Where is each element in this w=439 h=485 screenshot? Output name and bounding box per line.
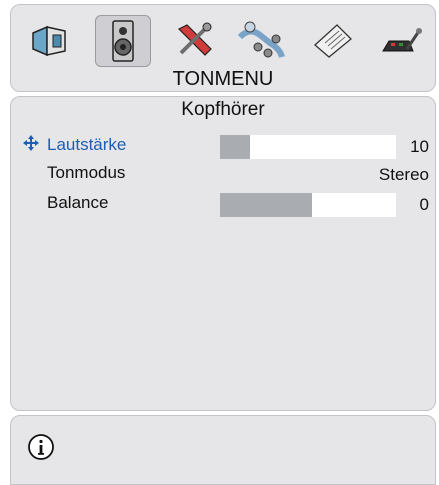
installation-menu-button[interactable]: [373, 15, 429, 67]
volume-value: 10: [410, 137, 429, 156]
sound-mode-label: Tonmodus: [47, 163, 126, 182]
cursor-arrows-icon: [23, 135, 39, 151]
menu-icon-row: [11, 15, 435, 67]
sources-menu-button[interactable]: [233, 15, 289, 67]
info-panel: [10, 415, 436, 485]
balance-slider-fill: [220, 193, 312, 217]
balance-value: 0: [419, 195, 429, 214]
sound-mode-row[interactable]: Tonmodus Stereo: [11, 161, 435, 187]
volume-slider-fill: [220, 135, 250, 159]
info-icon[interactable]: [27, 433, 55, 461]
installation-icon: [382, 28, 422, 52]
picture-menu-button[interactable]: [23, 15, 79, 67]
teletext-menu-button[interactable]: [305, 15, 361, 67]
volume-label: Lautstärke: [47, 135, 127, 154]
speaker-icon: [112, 20, 134, 62]
menu-title: TONMENU: [172, 68, 274, 90]
top-menu-panel: TONMENU: [10, 4, 436, 92]
balance-label: Balance: [47, 193, 109, 212]
source-connections-icon: [237, 21, 285, 58]
balance-slider[interactable]: [220, 193, 396, 217]
volume-row[interactable]: Lautstärke 10: [11, 133, 435, 159]
teletext-icon: [314, 24, 352, 58]
settings-menu-button[interactable]: [167, 15, 223, 67]
settings-tools-icon: [177, 22, 212, 56]
submenu-panel: Kopfhörer Lautstärke 10 Tonmodus Stereo …: [10, 96, 436, 411]
volume-slider[interactable]: [220, 135, 396, 159]
submenu-title: Kopfhörer: [181, 99, 265, 120]
sound-menu-button[interactable]: [95, 15, 151, 67]
balance-row[interactable]: Balance 0: [11, 191, 435, 217]
picture-icon: [32, 25, 66, 57]
sound-mode-value: Stereo: [378, 165, 429, 184]
